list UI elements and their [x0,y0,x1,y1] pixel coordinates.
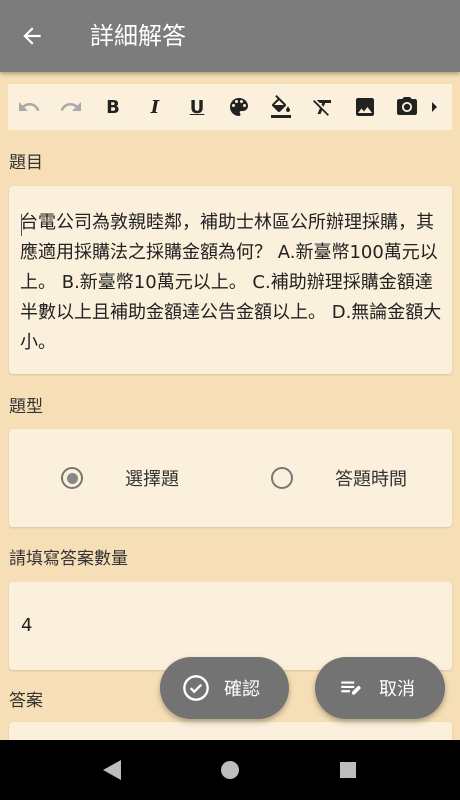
answer-count-input[interactable]: 4 [21,615,32,636]
fill-color-button[interactable] [260,84,302,130]
redo-icon [60,102,81,111]
italic-label: I [150,96,160,118]
confirm-button[interactable]: 確認 [160,657,289,719]
answer-count-label: 請填寫答案數量 [9,549,128,569]
undo-button[interactable] [8,84,50,130]
insert-image-button[interactable] [344,84,386,130]
radio-dot [66,472,78,484]
radio-selected[interactable] [61,467,83,489]
confirm-label: 確認 [224,679,260,700]
back-button[interactable] [14,18,50,54]
clear-format-icon [313,100,331,116]
nav-back-button[interactable] [100,758,124,782]
nav-home-button[interactable] [218,758,242,782]
nav-back-icon [103,760,121,780]
cancel-label: 取消 [379,679,415,700]
answer-label: 答案 [9,691,43,711]
edit-note-icon [337,674,365,702]
underline-label: U [189,96,205,118]
editor-toolbar: B I U [8,84,452,130]
option-label: 答題時間 [335,469,407,490]
bold-button[interactable]: B [92,84,134,130]
question-type-card: 選擇題 答題時間 [9,429,452,527]
nav-recents-button[interactable] [336,758,360,782]
palette-icon [230,98,248,116]
clear-format-button[interactable] [302,84,344,130]
question-label: 題目 [9,153,43,173]
toolbar-scroll-right[interactable] [428,84,442,130]
cancel-button[interactable]: 取消 [315,657,445,719]
nav-home-icon [221,761,239,779]
option-label: 選擇題 [125,469,179,490]
fill-color-icon [271,95,291,118]
text-color-button[interactable] [218,84,260,130]
italic-button[interactable]: I [134,84,176,130]
more-arrow-icon [432,102,437,112]
app-bar: 詳細解答 [0,0,460,72]
page-title: 詳細解答 [90,22,186,50]
arrow-back-icon [23,27,41,45]
undo-icon [19,102,40,111]
nav-recents-icon [340,762,356,778]
question-card[interactable]: 台電公司為敦親睦鄰，補助士林區公所辦理採購，其應適用採購法之採購金額為何？ A.… [9,186,452,374]
image-icon [356,98,374,116]
redo-button[interactable] [50,84,92,130]
question-text[interactable]: 台電公司為敦親睦鄰，補助士林區公所辦理採購，其應適用採購法之採購金額為何？ A.… [20,208,444,358]
system-nav-bar [0,740,460,800]
check-circle-icon [182,674,210,702]
underline-button[interactable]: U [176,84,218,130]
option-answer-time[interactable]: 答題時間 [271,429,407,527]
question-type-label: 題型 [9,397,43,417]
camera-icon [397,97,417,115]
option-multiple-choice[interactable]: 選擇題 [61,429,179,527]
radio-unselected[interactable] [271,467,293,489]
camera-button[interactable] [386,84,428,130]
